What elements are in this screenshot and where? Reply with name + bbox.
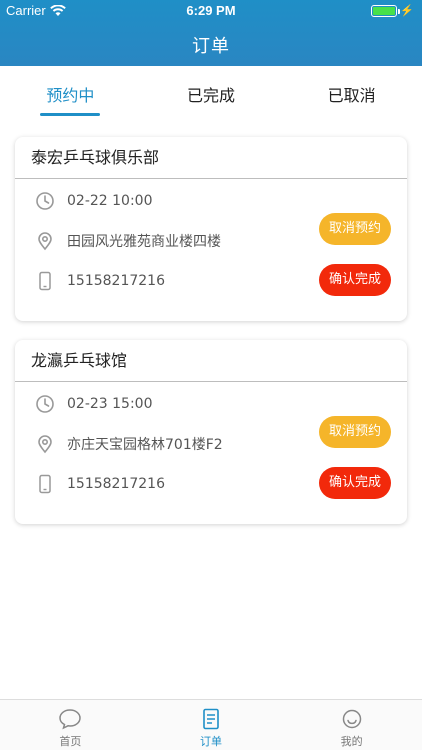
charging-bolt-icon: ⚡ <box>400 5 414 17</box>
confirm-complete-button[interactable]: 确认完成 <box>319 467 391 499</box>
document-icon <box>203 708 219 730</box>
location-pin-icon <box>38 232 52 251</box>
order-time-row: 02-22 10:00 <box>35 191 152 211</box>
order-phone[interactable]: 15158217216 <box>67 476 165 492</box>
status-bar: Carrier 6:29 PM ⚡ <box>0 0 422 22</box>
clock-icon <box>36 395 54 413</box>
page-title: 订单 <box>192 36 230 57</box>
order-time: 02-23 15:00 <box>67 396 153 412</box>
tab-pending[interactable]: 预约中 <box>0 66 141 118</box>
cancel-booking-button[interactable]: 取消预约 <box>319 213 391 245</box>
venue-name: 泰宏乒乓球俱乐部 <box>15 137 407 179</box>
tabbar-label-orders: 订单 <box>200 735 222 748</box>
tabbar-item-home[interactable]: 首页 <box>0 700 141 750</box>
order-address: 田园风光雅苑商业楼四楼 <box>67 234 221 250</box>
order-time: 02-22 10:00 <box>67 193 153 209</box>
phone-icon <box>39 474 51 494</box>
order-address-row: 亦庄天宝园格林701楼F2 <box>35 434 223 454</box>
bottom-tab-bar: 首页 订单 我的 <box>0 699 422 750</box>
order-phone-row: 15158217216 <box>35 474 165 494</box>
tabbar-item-orders[interactable]: 订单 <box>141 700 282 750</box>
app-header: Carrier 6:29 PM ⚡ 订单 <box>0 0 422 66</box>
chat-bubble-icon <box>59 709 82 730</box>
tabbar-label-profile: 我的 <box>340 735 363 748</box>
order-address: 亦庄天宝园格林701楼F2 <box>67 437 223 453</box>
phone-icon <box>39 271 51 291</box>
confirm-complete-button[interactable]: 确认完成 <box>319 264 391 296</box>
battery-group: ⚡ <box>371 4 414 17</box>
venue-name: 龙瀛乒乓球馆 <box>15 340 407 382</box>
status-time: 6:29 PM <box>186 3 236 18</box>
location-pin-icon <box>38 435 52 454</box>
cancel-booking-button[interactable]: 取消预约 <box>319 416 391 448</box>
order-status-tabs: 预约中 已完成 已取消 <box>0 66 422 118</box>
battery-icon <box>371 4 401 17</box>
tab-cancelled[interactable]: 已取消 <box>281 66 422 118</box>
order-card: 龙瀛乒乓球馆 02-23 15:00 亦庄天宝园格林701楼F2 1515821… <box>15 340 407 524</box>
order-phone-row: 15158217216 <box>35 271 165 291</box>
tabbar-label-home: 首页 <box>59 735 82 748</box>
clock-icon <box>36 192 54 210</box>
order-card: 泰宏乒乓球俱乐部 02-22 10:00 田园风光雅苑商业楼四楼 1515821… <box>15 137 407 321</box>
profile-icon <box>342 709 361 729</box>
tabbar-item-profile[interactable]: 我的 <box>281 700 422 750</box>
tab-completed[interactable]: 已完成 <box>141 66 282 118</box>
order-phone[interactable]: 15158217216 <box>67 273 165 289</box>
order-time-row: 02-23 15:00 <box>35 394 152 414</box>
order-address-row: 田园风光雅苑商业楼四楼 <box>35 231 221 251</box>
